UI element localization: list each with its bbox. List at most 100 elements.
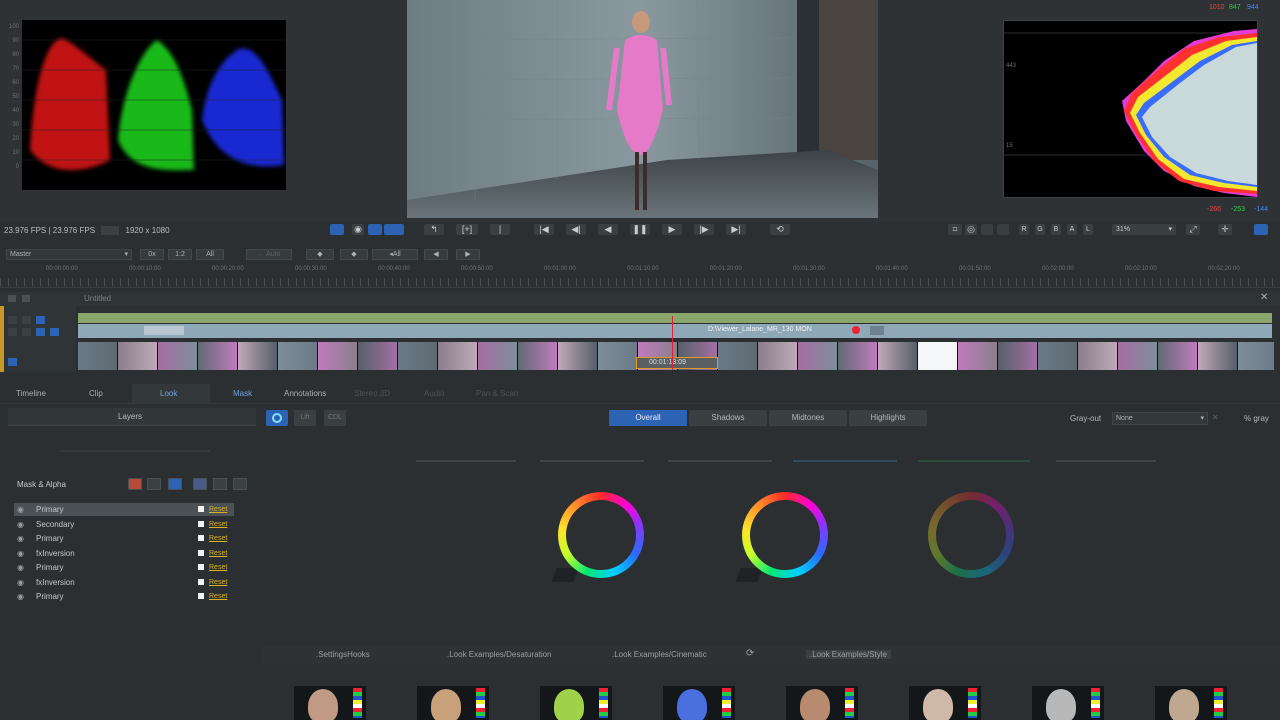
loop-in-icon[interactable]: ↰	[424, 224, 444, 235]
add-key-icon[interactable]: ◆	[306, 249, 334, 260]
shadows-tab[interactable]: Shadows	[689, 410, 767, 426]
layer-row[interactable]: ◉ Secondary Reset	[14, 518, 234, 531]
lock-icon[interactable]	[8, 295, 16, 302]
mask-add-icon[interactable]	[213, 478, 227, 490]
mask-remove-icon[interactable]	[233, 478, 247, 490]
split-view-icon[interactable]	[384, 224, 404, 235]
tab-timeline[interactable]: Timeline	[16, 389, 46, 398]
preset-thumbnail[interactable]	[540, 686, 612, 720]
preset-thumbnail[interactable]	[786, 686, 858, 720]
layer-row[interactable]: ◉ Primary Reset	[14, 532, 234, 545]
layer-checkbox[interactable]	[198, 549, 204, 556]
channel-a-button[interactable]: A	[1067, 224, 1077, 235]
close-icon[interactable]: ✕	[1260, 292, 1268, 303]
step-back-icon[interactable]: ◀|	[566, 224, 586, 235]
reset-link[interactable]: Reset	[209, 518, 227, 531]
color-wheels-icon[interactable]	[266, 410, 288, 426]
lock-icon[interactable]	[8, 328, 17, 336]
fit-icon[interactable]: ⤢	[1186, 224, 1200, 235]
close-icon[interactable]: ✕	[1212, 413, 1219, 422]
preset-thumbnail[interactable]	[294, 686, 366, 720]
slider-2[interactable]	[540, 460, 644, 462]
step-forward-icon[interactable]: |▶	[694, 224, 714, 235]
mask-draw-icon[interactable]	[128, 478, 142, 490]
preset-thumbnail[interactable]	[663, 686, 735, 720]
channel-l-button[interactable]: L	[1083, 224, 1093, 235]
link-icon[interactable]	[101, 226, 120, 236]
grayout-select[interactable]: None ▾	[1112, 412, 1208, 425]
lift-wheel[interactable]	[558, 492, 644, 578]
lock-icon[interactable]	[8, 316, 17, 324]
layer-row[interactable]: ◉ Primary Reset	[14, 590, 234, 603]
expand-icon[interactable]	[8, 358, 17, 366]
record-icon[interactable]: ◉	[352, 224, 364, 235]
layer-checkbox[interactable]	[198, 520, 204, 527]
visible-icon[interactable]	[36, 316, 45, 324]
preset-settings-hooks[interactable]: .SettingsHooks	[316, 650, 370, 659]
eye-icon[interactable]: ◉	[17, 561, 24, 574]
tab-clip[interactable]: Clip	[89, 389, 103, 398]
reset-link[interactable]: Reset	[209, 503, 227, 516]
eye-icon[interactable]: ◉	[17, 590, 24, 603]
eye-icon[interactable]: ◉	[17, 532, 24, 545]
preset-desaturation[interactable]: .Look Examples/Desaturation	[447, 650, 552, 659]
preset-thumbnail[interactable]	[909, 686, 981, 720]
key-icon[interactable]: ◆	[340, 249, 368, 260]
preset-thumbnail[interactable]	[417, 686, 489, 720]
loop-icon[interactable]: ⟲	[770, 224, 790, 235]
next-key-icon[interactable]: ▶	[456, 249, 480, 260]
clip-track[interactable]: D:\Viewer_Lalane_MR_130 MON	[78, 324, 1272, 338]
play-reverse-icon[interactable]: ◀	[598, 224, 618, 235]
overall-tab[interactable]: Overall	[609, 410, 687, 426]
grid-view-icon[interactable]	[330, 224, 344, 235]
zoom-0x-button[interactable]: 0x	[140, 249, 164, 260]
reset-link[interactable]: Reset	[209, 532, 227, 545]
audio-icon[interactable]	[50, 328, 59, 336]
reset-link[interactable]: Reset	[209, 561, 227, 574]
eye-icon[interactable]: ◉	[17, 518, 24, 531]
slider-4[interactable]	[793, 460, 897, 462]
fullscreen-icon[interactable]: ✛	[1218, 224, 1232, 235]
eye-icon[interactable]: ◉	[17, 503, 24, 516]
eye-icon[interactable]: ◉	[17, 576, 24, 589]
mark-out-icon[interactable]: |	[490, 224, 510, 235]
slider-5[interactable]	[918, 460, 1030, 462]
overlay-icon[interactable]: ◎	[965, 224, 977, 235]
layer-row[interactable]: ◉ fxInversion Reset	[14, 576, 234, 589]
preset-cinematic[interactable]: .Look Examples/Cinematic	[612, 650, 707, 659]
tab-stereo-3d[interactable]: Stereo 3D	[354, 389, 390, 398]
zoom-all-button[interactable]: All	[196, 249, 224, 260]
tab-annotations[interactable]: Annotations	[284, 389, 326, 398]
playhead[interactable]	[672, 316, 673, 370]
play-icon[interactable]: ▶	[662, 224, 682, 235]
layer-checkbox[interactable]	[198, 564, 204, 570]
lift-tab[interactable]: Lift	[294, 410, 316, 426]
preset-thumbnail[interactable]	[1155, 686, 1227, 720]
zoom-select[interactable]: 31% ▾	[1112, 224, 1176, 235]
pause-icon[interactable]: ❚❚	[630, 224, 650, 235]
highlights-tab[interactable]: Highlights	[849, 410, 927, 426]
slider-6[interactable]	[1056, 460, 1156, 462]
eye-icon[interactable]	[22, 295, 30, 302]
auto-button[interactable]: ← Auto	[246, 249, 292, 260]
compare-icon[interactable]	[368, 224, 382, 235]
go-to-start-icon[interactable]: |◀	[534, 224, 554, 235]
safe-area-icon[interactable]	[997, 224, 1009, 235]
mask-pen-icon[interactable]	[193, 478, 207, 490]
mask-select-icon[interactable]	[168, 478, 182, 490]
channel-g-button[interactable]: G	[1035, 224, 1045, 235]
mark-in-out-icon[interactable]: [+]	[456, 224, 478, 235]
cdl-tab[interactable]: CDL	[324, 410, 346, 426]
monitor-icon[interactable]	[981, 224, 993, 235]
clip-handle[interactable]	[144, 326, 184, 335]
mask-shape-icon[interactable]	[147, 478, 161, 490]
mute-icon[interactable]	[22, 316, 31, 324]
layer-row[interactable]: ◉ fxInversion Reset	[14, 547, 234, 560]
slider-3[interactable]	[668, 460, 772, 462]
layer-row[interactable]: ◉ Primary Reset	[14, 503, 234, 516]
all-keys-button[interactable]: ◂All	[372, 249, 418, 260]
slider-1[interactable]	[416, 460, 516, 462]
reset-link[interactable]: Reset	[209, 590, 227, 603]
layout-icon[interactable]	[1254, 224, 1268, 235]
tab-look[interactable]: Look	[160, 389, 177, 398]
